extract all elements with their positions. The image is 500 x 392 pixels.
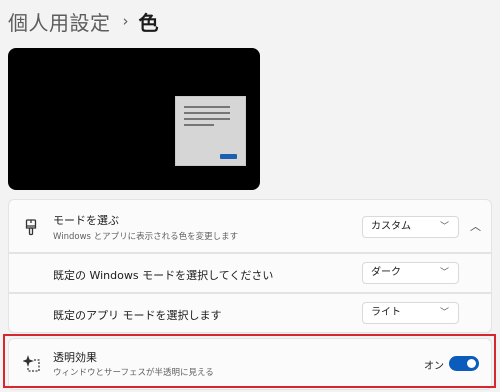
windows-mode-label: 既定の Windows モードを選択してください (53, 269, 274, 282)
chevron-down-icon: ﹀ (439, 308, 449, 318)
windows-mode-value: ダーク (371, 267, 401, 278)
preview-line (184, 106, 230, 108)
windows-mode-row: 既定の Windows モードを選択してください ダーク ﹀ (8, 253, 492, 293)
transparency-sparkle-icon (23, 355, 41, 373)
preview-window (175, 96, 246, 166)
preview-line (184, 112, 230, 114)
chevron-down-icon: ﹀ (439, 268, 449, 278)
breadcrumb-parent[interactable]: 個人用設定 (8, 7, 111, 36)
transparency-title: 透明効果 (53, 351, 97, 364)
theme-preview (8, 48, 260, 190)
transparency-row: 透明効果 ウィンドウとサーフェスが半透明に見える オン (8, 338, 492, 390)
app-mode-value: ライト (371, 307, 401, 318)
page-title: 色 (138, 10, 159, 35)
preview-line (184, 124, 214, 126)
collapse-chevron-up-icon[interactable]: ︿ (470, 218, 481, 234)
toggle-knob (467, 359, 476, 368)
breadcrumb-chevron-icon: › (122, 12, 129, 30)
breadcrumb: 個人用設定 › 色 (8, 6, 159, 36)
choose-mode-row[interactable]: モードを選ぶ Windows とアプリに表示される色を変更します カスタム ﹀ … (8, 199, 492, 253)
windows-mode-dropdown[interactable]: ダーク ﹀ (362, 262, 459, 284)
mode-dropdown[interactable]: カスタム ﹀ (362, 216, 459, 238)
preview-button (220, 154, 237, 159)
preview-line (184, 118, 230, 120)
transparency-toggle[interactable] (449, 356, 479, 371)
app-mode-row: 既定のアプリ モードを選択します ライト ﹀ (8, 293, 492, 333)
chevron-down-icon: ﹀ (439, 222, 449, 232)
app-mode-label: 既定のアプリ モードを選択します (53, 309, 222, 322)
transparency-subtitle: ウィンドウとサーフェスが半透明に見える (53, 368, 214, 378)
choose-mode-subtitle: Windows とアプリに表示される色を変更します (53, 232, 239, 242)
transparency-state-label: オン (424, 361, 444, 372)
app-mode-dropdown[interactable]: ライト ﹀ (362, 302, 459, 324)
mode-dropdown-value: カスタム (371, 221, 411, 232)
brush-icon (23, 218, 39, 236)
choose-mode-title: モードを選ぶ (53, 214, 119, 227)
